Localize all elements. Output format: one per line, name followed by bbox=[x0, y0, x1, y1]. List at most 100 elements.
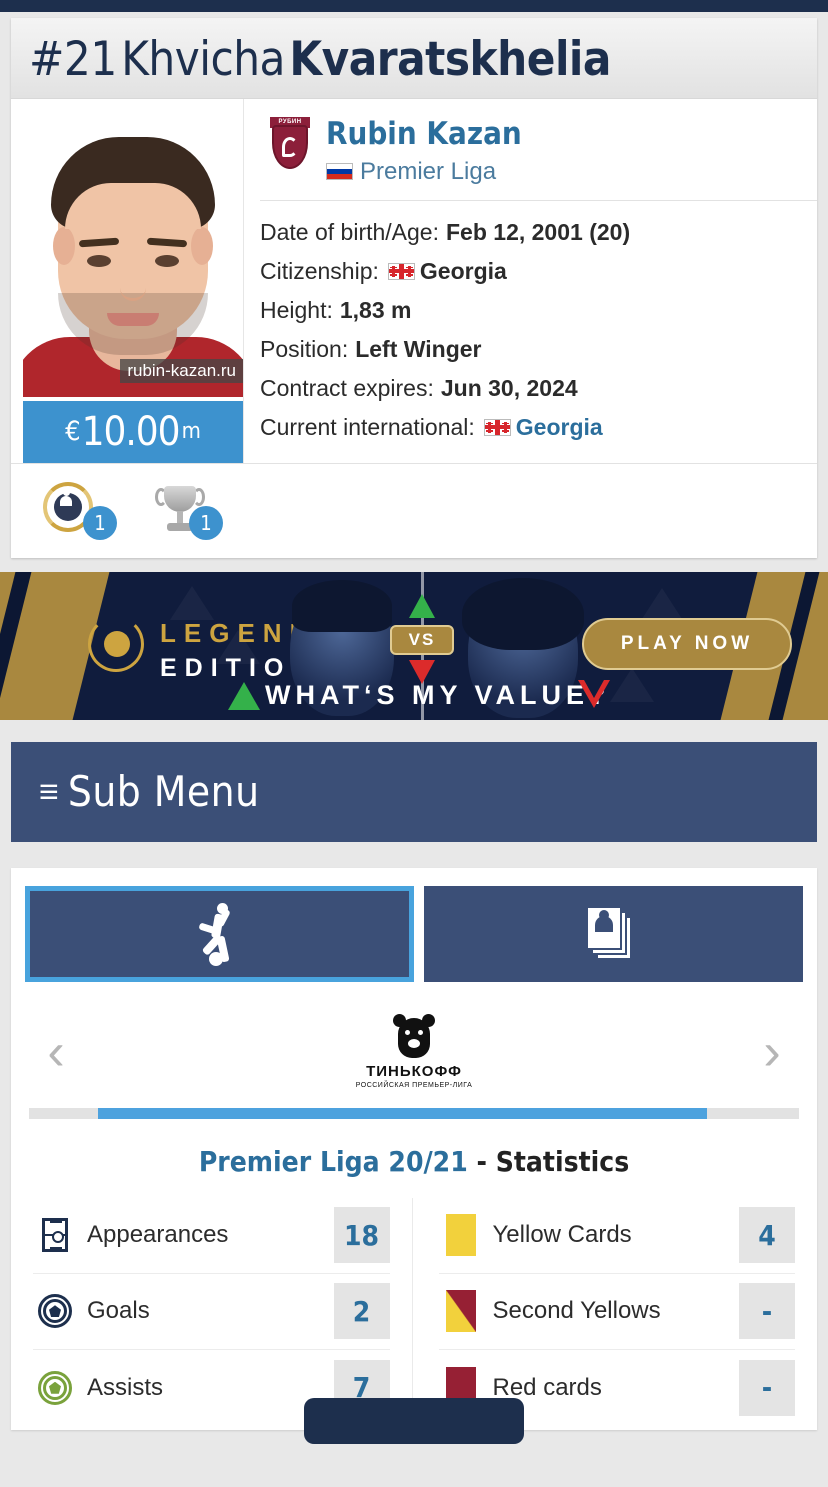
ad-up-arrow-icon bbox=[409, 593, 435, 618]
sub-menu-bar[interactable]: ≡ Sub Menu bbox=[11, 741, 817, 842]
fact-value: Georgia bbox=[419, 257, 507, 284]
fact-row: Date of birth/Age: Feb 12, 2001 (20) bbox=[260, 213, 817, 252]
yellow-card-icon bbox=[439, 1214, 483, 1257]
badge-count: 1 bbox=[83, 505, 117, 540]
stat-label: Second Yellows bbox=[492, 1297, 661, 1325]
market-value-box[interactable]: € 10.00 m bbox=[23, 400, 243, 463]
sub-menu-label: Sub Menu bbox=[67, 767, 260, 817]
league-name-link[interactable]: Premier Liga bbox=[360, 158, 496, 186]
stats-title-word: Statistics bbox=[495, 1144, 630, 1178]
photo-watermark: rubin-kazan.ru bbox=[120, 358, 243, 383]
stat-row-goals: Goals 2 bbox=[33, 1274, 390, 1350]
stat-row-yellow-cards: Yellow Cards 4 bbox=[438, 1198, 795, 1274]
player-first-name: Khvicha bbox=[121, 32, 285, 87]
player-profile-page: #21 Khvicha Kvaratskhelia rubin-kazan.ru… bbox=[0, 18, 828, 1444]
club-row: РУБИН Rubin Kazan Premier Liga bbox=[260, 109, 817, 201]
player-card: #21 Khvicha Kvaratskhelia rubin-kazan.ru… bbox=[11, 18, 817, 558]
hamburger-icon[interactable]: ≡ bbox=[39, 775, 59, 809]
ad-green-triangle-icon bbox=[228, 681, 260, 710]
stats-column-performance: Appearances 18 Goals 2 Assists 7 bbox=[33, 1197, 413, 1426]
player-details: rubin-kazan.ru € 10.00 m РУБИН Rubin Kaz… bbox=[11, 98, 817, 463]
ad-question-text: WHAT‘S MY VALUE? bbox=[265, 679, 611, 710]
fact-value: Feb 12, 2001 (20) bbox=[446, 218, 631, 245]
stat-value: - bbox=[739, 1283, 795, 1340]
stat-label: Red cards bbox=[492, 1373, 602, 1401]
statistics-card: ‹ ТИНЬКОФФ РОССИЙСКАЯ ПРЕМЬЕР-ЛИГА › Pre… bbox=[11, 867, 817, 1444]
player-photo-column: rubin-kazan.ru € 10.00 m bbox=[11, 99, 243, 463]
ad-vs-badge: VS bbox=[390, 624, 454, 655]
stat-label: Assists bbox=[87, 1373, 164, 1401]
fact-value: Jun 30, 2024 bbox=[440, 374, 578, 401]
fact-label: Contract expires: bbox=[260, 374, 434, 401]
player-photo: rubin-kazan.ru bbox=[23, 106, 243, 397]
carousel-next-button[interactable]: › bbox=[747, 1026, 797, 1078]
fact-label: Height: bbox=[260, 296, 333, 323]
tab-cards[interactable] bbox=[424, 885, 803, 982]
ball-green-icon bbox=[33, 1370, 77, 1405]
competition-subtitle: РОССИЙСКАЯ ПРЕМЬЕР-ЛИГА bbox=[355, 1082, 473, 1090]
georgia-flag-icon bbox=[387, 262, 415, 280]
player-last-name: Kvaratskhelia bbox=[289, 32, 611, 87]
carousel-progress-fill[interactable] bbox=[98, 1107, 707, 1119]
market-value-amount: 10.00 bbox=[81, 408, 181, 455]
league-line[interactable]: Premier Liga bbox=[326, 158, 522, 186]
fact-row: Position: Left Winger bbox=[260, 330, 817, 369]
club-name-link[interactable]: Rubin Kazan bbox=[326, 117, 522, 151]
top-status-strip bbox=[0, 0, 828, 12]
player-kicking-ball-icon bbox=[197, 902, 243, 966]
player-shirt-number: #21 bbox=[29, 32, 117, 87]
ad-play-now-button[interactable]: PLAY NOW bbox=[582, 617, 792, 670]
stats-title-separator: - bbox=[467, 1144, 496, 1178]
fact-value-link[interactable]: Georgia bbox=[516, 415, 603, 439]
achievement-badges-row: 1 1 bbox=[11, 462, 817, 558]
fact-row: Contract expires: Jun 30, 2024 bbox=[260, 369, 817, 408]
trophy-icon[interactable]: 1 bbox=[153, 480, 223, 540]
competition-name: ТИНЬКОФФ bbox=[366, 1063, 462, 1081]
page-title: #21 Khvicha Kvaratskhelia bbox=[11, 18, 817, 99]
player-portrait-illustration bbox=[23, 107, 243, 397]
stat-label: Goals bbox=[87, 1297, 150, 1325]
stat-label: Yellow Cards bbox=[492, 1221, 632, 1249]
fact-label: Citizenship: bbox=[260, 257, 379, 284]
tab-performance[interactable] bbox=[25, 885, 414, 982]
ad-laurel-icon bbox=[88, 615, 144, 672]
advertisement-banner[interactable]: LEGENDS EDITION VS WHAT‘S MY VALUE? PLAY… bbox=[0, 571, 828, 720]
fact-value: Left Winger bbox=[355, 335, 482, 362]
stats-column-discipline: Yellow Cards 4 Second Yellows - Red card… bbox=[413, 1198, 795, 1426]
stat-value: 2 bbox=[333, 1283, 390, 1340]
bottom-action-button[interactable] bbox=[304, 1397, 524, 1444]
fact-row: Current international: Georgia bbox=[260, 408, 817, 447]
carousel-progress-bar[interactable] bbox=[29, 1107, 799, 1119]
stat-value: - bbox=[739, 1359, 795, 1416]
competition-carousel: ‹ ТИНЬКОФФ РОССИЙСКАЯ ПРЕМЬЕР-ЛИГА › bbox=[11, 994, 817, 1098]
stat-value: 4 bbox=[739, 1207, 795, 1264]
competition-logo-block[interactable]: ТИНЬКОФФ РОССИЙСКАЯ ПРЕМЬЕР-ЛИГА bbox=[81, 1014, 747, 1089]
player-facts-list: Date of birth/Age: Feb 12, 2001 (20) Cit… bbox=[260, 201, 817, 461]
stats-tab-bar bbox=[11, 868, 817, 994]
georgia-flag-icon bbox=[483, 418, 511, 436]
ad-red-triangle-icon bbox=[578, 679, 610, 708]
market-value-suffix: m bbox=[181, 419, 201, 445]
second-yellow-card-icon bbox=[439, 1290, 483, 1333]
pitch-icon bbox=[33, 1218, 77, 1253]
stat-row-second-yellows: Second Yellows - bbox=[438, 1274, 795, 1350]
tinkoff-bear-logo-icon bbox=[393, 1014, 435, 1060]
player-info-column: РУБИН Rubin Kazan Premier Liga Date of b… bbox=[243, 98, 817, 463]
fact-label: Date of birth/Age: bbox=[260, 218, 439, 245]
fact-label: Current international: bbox=[260, 413, 475, 440]
stat-value: 18 bbox=[333, 1207, 390, 1264]
stats-title: Premier Liga 20/21 - Statistics bbox=[11, 1145, 817, 1178]
stats-title-competition: Premier Liga 20/21 bbox=[198, 1144, 468, 1178]
player-of-the-year-laurel-icon[interactable]: 1 bbox=[39, 480, 117, 540]
fact-row: Height: 1,83 m bbox=[260, 291, 817, 330]
ball-navy-icon bbox=[33, 1294, 77, 1329]
carousel-prev-button[interactable]: ‹ bbox=[31, 1026, 81, 1078]
fact-value: 1,83 m bbox=[339, 296, 412, 323]
fact-label: Position: bbox=[260, 335, 349, 362]
stat-label: Appearances bbox=[87, 1221, 229, 1249]
russia-flag-icon bbox=[326, 163, 353, 181]
club-crest-icon[interactable]: РУБИН bbox=[268, 116, 312, 171]
stacked-player-cards-icon bbox=[585, 905, 642, 962]
stats-grid: Appearances 18 Goals 2 Assists 7 Yellow … bbox=[11, 1184, 817, 1426]
ad-player-hair-right bbox=[462, 577, 584, 650]
